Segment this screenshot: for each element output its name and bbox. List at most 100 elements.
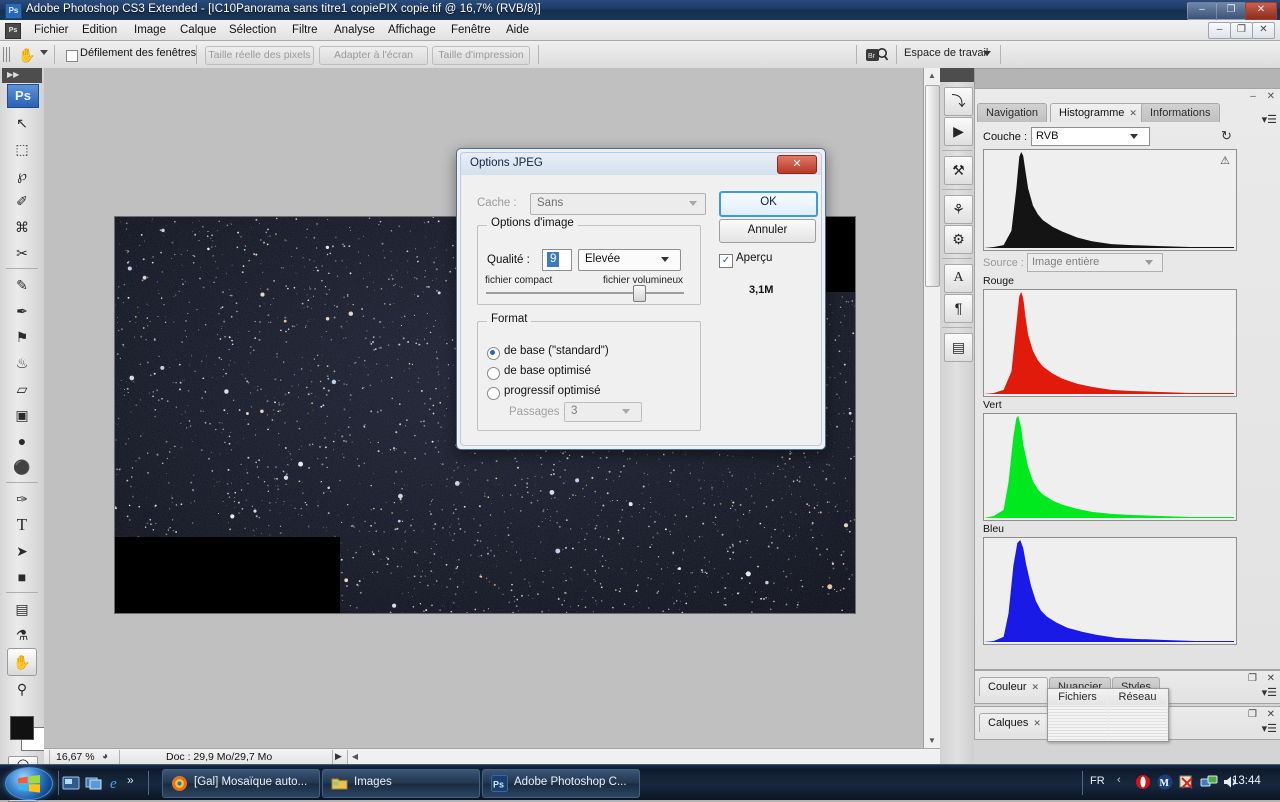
quality-input[interactable]: 9 bbox=[542, 249, 572, 271]
menu-item-fichier[interactable]: Fichier bbox=[27, 20, 76, 40]
radio-label-de-base-standard[interactable]: de base ("standard") bbox=[504, 345, 609, 357]
panel-flyout-menu-icon[interactable]: ▾☰ bbox=[1262, 113, 1277, 126]
chevron-down-icon[interactable] bbox=[689, 201, 697, 206]
tool-zoom-tool[interactable]: ⚲ bbox=[8, 676, 36, 702]
tool-gradient-tool[interactable]: ▣ bbox=[8, 402, 36, 428]
tab-close-icon[interactable]: ✕ bbox=[1129, 108, 1137, 118]
tab-calques[interactable]: Calques✕ bbox=[979, 713, 1050, 732]
tool-blur-tool[interactable]: ● bbox=[8, 428, 36, 454]
menu-item-aide[interactable]: Aide bbox=[499, 20, 536, 40]
histogram-warning-icon[interactable]: ⚠ bbox=[1220, 154, 1230, 167]
vertical-scrollbar[interactable]: ▲ ▼ bbox=[923, 68, 940, 749]
tool-clone-stamp-tool[interactable]: ⚑ bbox=[8, 324, 36, 350]
tool-magic-wand-tool[interactable]: ✐ bbox=[8, 188, 36, 214]
panel-minimize-icon[interactable]: – bbox=[1250, 91, 1256, 102]
histogram-red-chart[interactable] bbox=[983, 289, 1237, 397]
taskbar-button-photoshop[interactable]: Ps Adobe Photoshop C... bbox=[482, 769, 640, 798]
menu-item-selection[interactable]: Sélection bbox=[222, 20, 283, 40]
character-panel-icon[interactable]: A bbox=[944, 264, 973, 293]
document-close-button[interactable]: ✕ bbox=[1252, 22, 1275, 39]
actions-panel-icon[interactable]: ▶ bbox=[944, 117, 973, 146]
foreground-color-swatch[interactable] bbox=[10, 716, 34, 740]
chevron-down-icon[interactable] bbox=[1145, 260, 1153, 265]
taskbar-button-firefox[interactable]: [Gal] Mosaïque auto... bbox=[162, 769, 320, 798]
menu-item-fenetre[interactable]: Fenêtre bbox=[444, 20, 498, 40]
quality-slider-thumb[interactable] bbox=[633, 285, 646, 302]
taskbar-button-images[interactable]: Images bbox=[322, 769, 480, 798]
chevron-down-icon[interactable] bbox=[622, 409, 630, 414]
histogram-composite-chart[interactable]: ⚠ bbox=[983, 149, 1237, 251]
bridge-icon[interactable]: Br bbox=[866, 46, 888, 63]
tray-overflow-icon[interactable]: ‹ bbox=[1117, 774, 1121, 786]
menu-item-analyse[interactable]: Analyse bbox=[327, 20, 382, 40]
chevron-down-icon[interactable] bbox=[40, 50, 48, 55]
tool-presets-panel-icon[interactable]: ⚒ bbox=[944, 156, 973, 185]
radio-progressif-optimise[interactable] bbox=[487, 387, 500, 400]
quick-launch-overflow-icon[interactable]: » bbox=[127, 773, 134, 787]
tab-histogramme[interactable]: Histogramme✕ bbox=[1050, 103, 1146, 122]
tool-history-brush-tool[interactable]: ♨ bbox=[8, 350, 36, 376]
tool-pen-tool[interactable]: ✑ bbox=[8, 486, 36, 512]
menu-item-calque[interactable]: Calque bbox=[173, 20, 223, 40]
tool-slice-tool[interactable]: ✂ bbox=[8, 240, 36, 266]
tool-lasso-tool[interactable]: ℘ bbox=[8, 162, 36, 188]
tab-close-icon[interactable]: ✕ bbox=[1032, 682, 1040, 692]
scroll-up-arrow-icon[interactable]: ▲ bbox=[926, 70, 938, 82]
panel-window-controls[interactable]: – ✕ bbox=[1250, 91, 1275, 102]
vertical-scrollbar-thumb[interactable] bbox=[925, 85, 940, 287]
quality-slider-track[interactable] bbox=[486, 292, 684, 294]
chevron-down-icon[interactable] bbox=[661, 257, 669, 262]
panel-close-icon[interactable]: ✕ bbox=[1267, 673, 1275, 684]
preview-checkbox[interactable]: ✓ bbox=[719, 254, 733, 268]
collapse-toolbox-icon[interactable]: ▶▶ bbox=[7, 70, 19, 79]
radio-de-base-optimise[interactable] bbox=[487, 367, 500, 380]
tool-notes-tool[interactable]: ▤ bbox=[8, 596, 36, 622]
files-grid-area[interactable] bbox=[1048, 706, 1107, 740]
tab-close-icon[interactable]: ✕ bbox=[1033, 718, 1041, 728]
antivirus-tray-icon[interactable] bbox=[1178, 773, 1196, 791]
histogram-green-chart[interactable] bbox=[983, 413, 1237, 521]
tool-healing-brush-tool[interactable]: ✎ bbox=[8, 272, 36, 298]
workspace-label[interactable]: Espace de travail bbox=[904, 47, 988, 59]
tool-eyedropper-tool[interactable]: ⚗ bbox=[8, 622, 36, 648]
cache-select[interactable]: Sans bbox=[530, 193, 706, 215]
proxy-preview-icon[interactable]: ◕ bbox=[102, 751, 108, 762]
tool-brush-tool[interactable]: ✒ bbox=[8, 298, 36, 324]
tool-marquee-tool[interactable]: ⬚ bbox=[8, 136, 36, 162]
network-grid-area[interactable] bbox=[1108, 706, 1167, 740]
system-clock[interactable]: 13:44 bbox=[1232, 775, 1261, 787]
histogram-blue-chart[interactable] bbox=[983, 537, 1237, 645]
clone-source-panel-icon[interactable]: ⚙ bbox=[944, 225, 973, 254]
switch-windows-icon[interactable] bbox=[85, 774, 103, 792]
panel-flyout-menu-icon[interactable]: ▾☰ bbox=[1262, 722, 1277, 735]
scroll-all-windows-checkbox[interactable] bbox=[66, 50, 78, 62]
zoom-level-field[interactable]: 16,67 % bbox=[56, 751, 95, 763]
cancel-button[interactable]: Annuler bbox=[719, 219, 816, 243]
tab-couleur[interactable]: Couleur✕ bbox=[979, 677, 1048, 696]
document-restore-button[interactable]: ❐ bbox=[1230, 22, 1253, 39]
print-size-button[interactable]: Taille d'impression bbox=[432, 46, 530, 65]
actual-pixels-button[interactable]: Taille réelle des pixels bbox=[205, 46, 314, 65]
horizontal-scrollbar[interactable]: ◀ bbox=[347, 750, 941, 765]
toolbox-header[interactable]: ▶▶ bbox=[2, 68, 42, 83]
brushes-panel-icon[interactable]: ⚘ bbox=[944, 195, 973, 224]
layer-comps-panel-icon[interactable]: ▤ bbox=[944, 333, 973, 362]
window-minimize-button[interactable]: – bbox=[1187, 2, 1217, 20]
tool-move-tool[interactable]: ↖ bbox=[8, 110, 36, 136]
panel-minimize-icon[interactable]: ❐ bbox=[1248, 709, 1257, 720]
internet-explorer-icon[interactable]: e bbox=[108, 774, 126, 792]
tab-reseau[interactable]: Réseau bbox=[1108, 689, 1167, 705]
hand-tool-icon[interactable]: ✋ bbox=[16, 46, 38, 64]
dock-header[interactable] bbox=[940, 68, 974, 82]
panel-minimize-icon[interactable]: ❐ bbox=[1248, 673, 1257, 684]
dialog-close-button[interactable]: ✕ bbox=[777, 155, 817, 174]
radio-label-de-base-optimise[interactable]: de base optimisé bbox=[504, 365, 591, 377]
menu-item-image[interactable]: Image bbox=[127, 20, 173, 40]
document-minimize-button[interactable]: – bbox=[1208, 22, 1231, 39]
tab-fichiers[interactable]: Fichiers bbox=[1048, 689, 1107, 705]
tool-shape-tool[interactable]: ■ bbox=[8, 564, 36, 590]
chevron-down-icon[interactable] bbox=[983, 51, 991, 56]
photoshop-menu-icon[interactable]: Ps bbox=[5, 23, 21, 39]
show-desktop-icon[interactable] bbox=[62, 774, 80, 792]
floating-files-network-panel[interactable]: Fichiers Réseau bbox=[1047, 688, 1169, 742]
